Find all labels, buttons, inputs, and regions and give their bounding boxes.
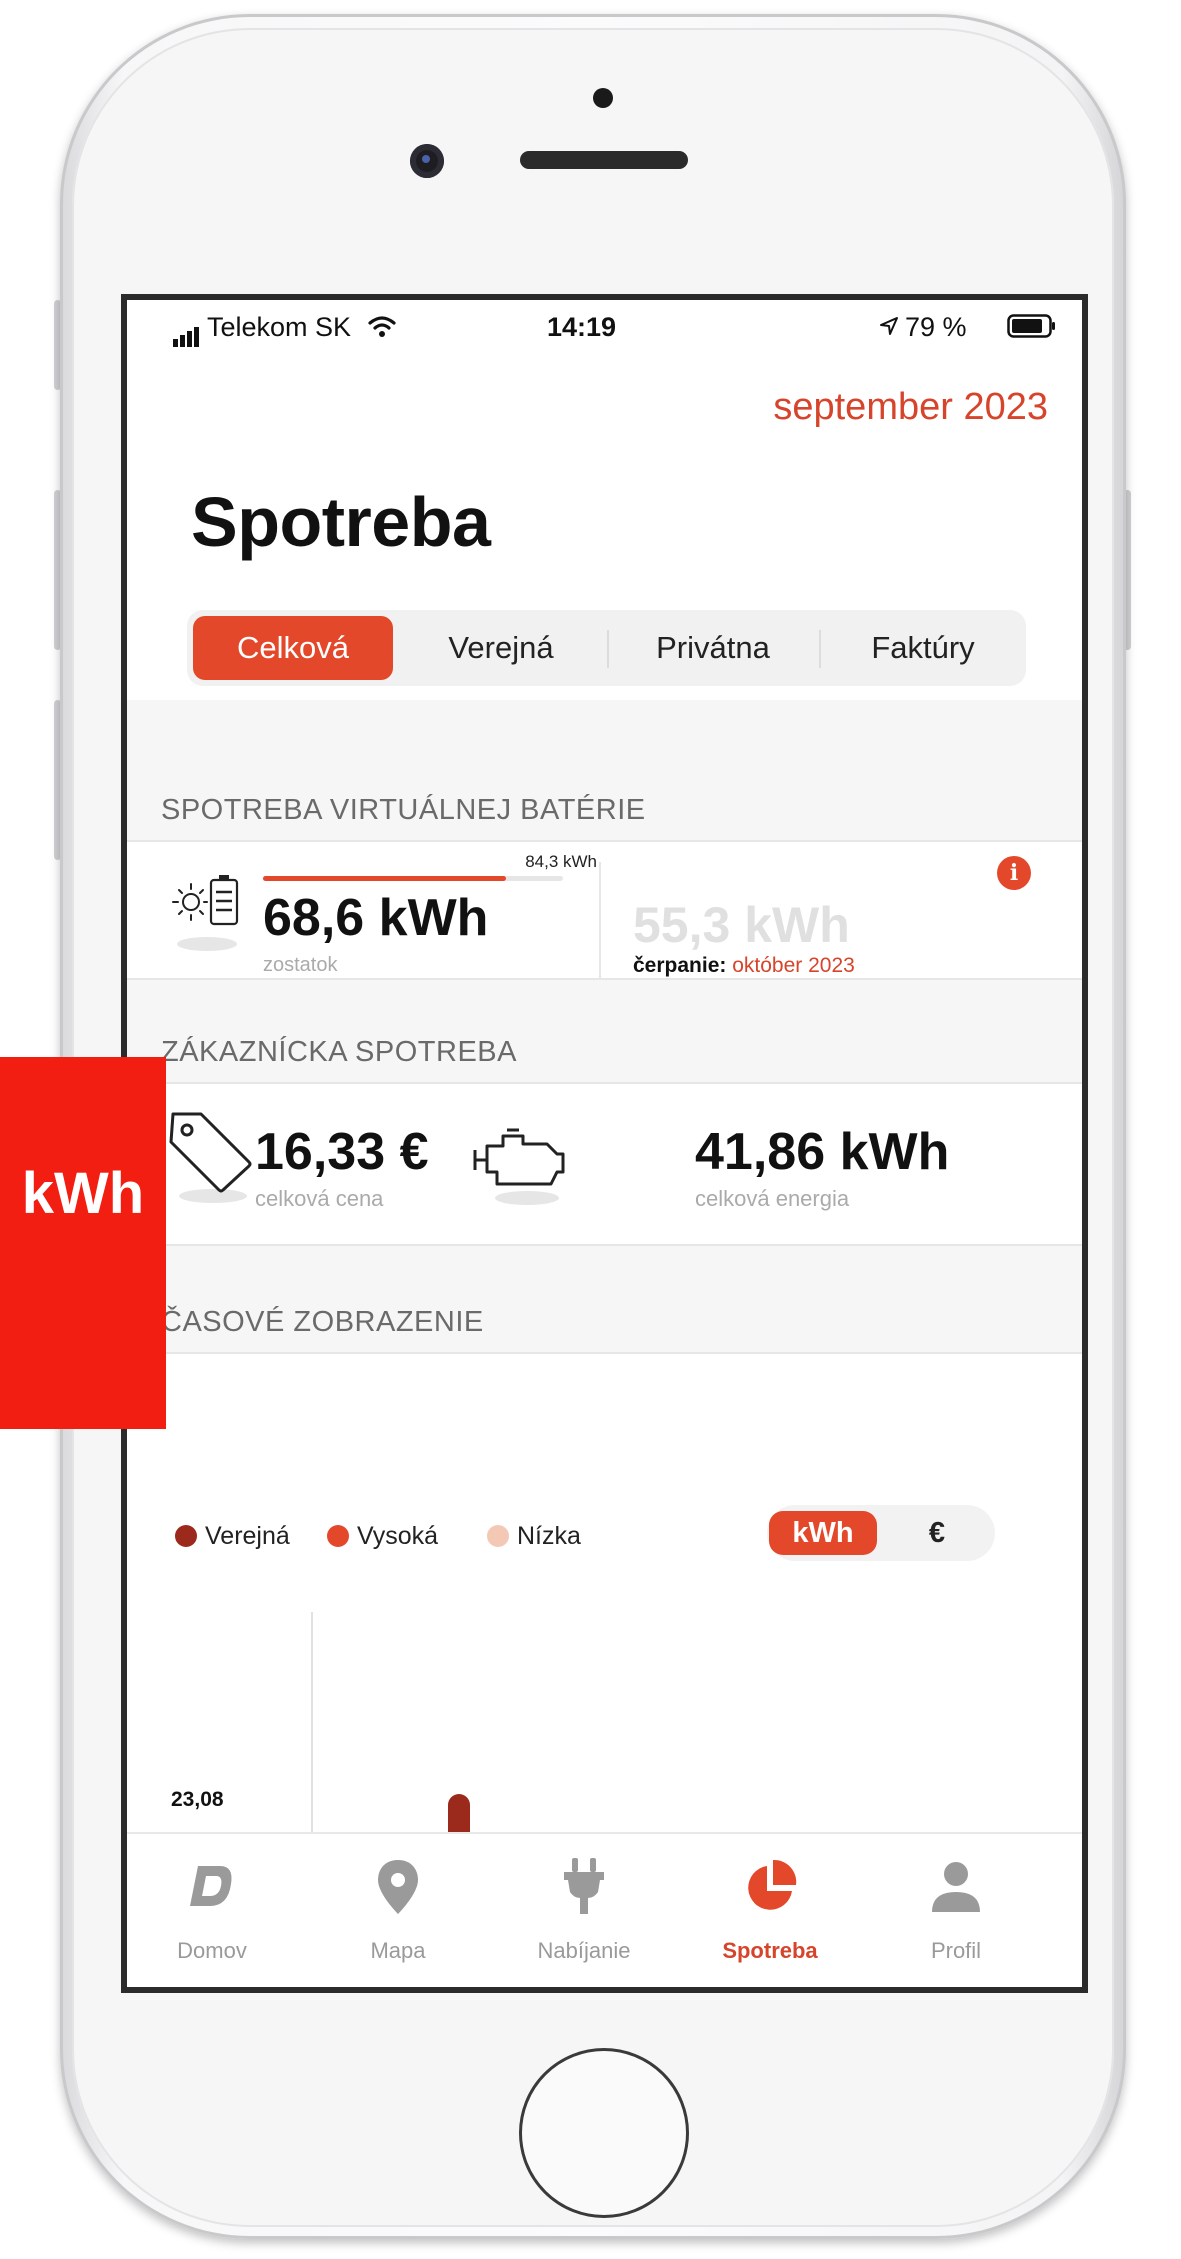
unit-eur-option[interactable]: € (907, 1511, 967, 1555)
legend-nizka: Nízka (487, 1522, 581, 1551)
battery-icon (1007, 314, 1055, 338)
pie-chart-icon (748, 1859, 797, 1910)
tabbar-label: Spotreba (722, 1938, 818, 1963)
tab-verejna[interactable]: Verejná (401, 616, 601, 680)
status-time: 14:19 (547, 312, 617, 342)
tab-divider (607, 630, 609, 668)
battery-capacity: 84,3 kWh (525, 852, 597, 871)
phone-screen: Telekom SK 14:19 79 % september 2023 Spo… (121, 294, 1088, 1993)
bottom-tab-bar: Domov Mapa Nabíjanie Spotreba Profil (127, 1832, 1082, 1987)
battery-draw-month[interactable]: október 2023 (732, 954, 855, 977)
chart-card (127, 1352, 1082, 1834)
legend-label: Verejná (205, 1522, 290, 1550)
front-camera (410, 144, 444, 178)
legend-label: Nízka (517, 1522, 581, 1550)
battery-section-heading: SPOTREBA VIRTUÁLNEJ BATÉRIE (161, 794, 646, 826)
person-icon (932, 1862, 980, 1912)
legend-verejna: Verejná (175, 1522, 290, 1551)
chart-y-axis (311, 1612, 313, 1832)
battery-draw-value: 55,3 kWh (633, 897, 850, 953)
customer-card: 16,33 € celková cena 41,86 kWh celková e… (127, 1082, 1082, 1246)
battery-remaining-label: zostatok (263, 954, 338, 976)
battery-remaining-value: 68,6 kWh (263, 889, 489, 947)
legend-dot (327, 1525, 349, 1547)
unit-kwh-option[interactable]: kWh (769, 1511, 877, 1555)
total-energy-label: celková energia (695, 1186, 850, 1211)
customer-section-heading: ZÁKAZNÍCKA SPOTREBA (161, 1036, 517, 1068)
segment-tabs: Celková Verejná Privátna Faktúry (187, 610, 1026, 686)
logo-d-icon (190, 1866, 232, 1906)
tab-celkova[interactable]: Celková (193, 616, 393, 680)
legend-dot (487, 1525, 509, 1547)
total-price-label: celková cena (255, 1186, 384, 1211)
battery-percent: 79 % (905, 312, 967, 342)
tabbar-label: Profil (930, 1938, 982, 1963)
wifi-icon (368, 316, 396, 337)
earpiece-speaker (520, 151, 688, 169)
page-title: Spotreba (191, 483, 491, 561)
tabbar-label: Mapa (370, 1938, 426, 1963)
legend-vysoka: Vysoká (327, 1522, 438, 1551)
location-arrow-icon (880, 317, 898, 335)
kwh-overlay-label: kWh (21, 1161, 145, 1226)
info-icon[interactable]: i (997, 856, 1031, 890)
month-selector[interactable]: september 2023 (773, 386, 1048, 429)
total-price-value: 16,33 € (255, 1123, 429, 1181)
signal-icon (173, 316, 201, 347)
engine-icon (473, 1128, 565, 1205)
tab-divider (819, 630, 821, 668)
total-energy-value: 41,86 kWh (695, 1123, 950, 1181)
battery-progress-track (263, 876, 563, 881)
price-tag-icon (169, 1112, 252, 1203)
battery-card: 84,3 kWh 68,6 kWh zostatok i 55,3 kWh če… (127, 840, 1082, 980)
tabbar-label: Domov (177, 1938, 247, 1963)
map-pin-icon (378, 1860, 418, 1914)
battery-draw-label: čerpanie: (633, 954, 727, 977)
proximity-sensor (593, 88, 613, 108)
battery-draw-caption: čerpanie: október 2023 (633, 954, 855, 978)
plug-icon (564, 1858, 604, 1914)
chart-y-tick: 23,08 (171, 1788, 224, 1811)
unit-toggle: kWh € (767, 1505, 995, 1561)
solar-battery-icon (172, 875, 239, 951)
legend-dot (175, 1525, 197, 1547)
kwh-overlay-badge (0, 1057, 166, 1429)
status-bar: Telekom SK 14:19 79 % (127, 300, 1082, 348)
time-section-heading: ČASOVÉ ZOBRAZENIE (161, 1306, 484, 1338)
home-button[interactable] (519, 2048, 689, 2218)
chart-bar[interactable] (448, 1794, 470, 1834)
tab-privatna[interactable]: Privátna (613, 616, 813, 680)
carrier-name: Telekom SK (207, 312, 352, 342)
tabbar-label: Nabíjanie (537, 1938, 631, 1963)
card-divider (599, 862, 601, 978)
battery-progress-fill (263, 876, 506, 881)
legend-label: Vysoká (357, 1522, 439, 1550)
tab-faktury[interactable]: Faktúry (823, 616, 1023, 680)
